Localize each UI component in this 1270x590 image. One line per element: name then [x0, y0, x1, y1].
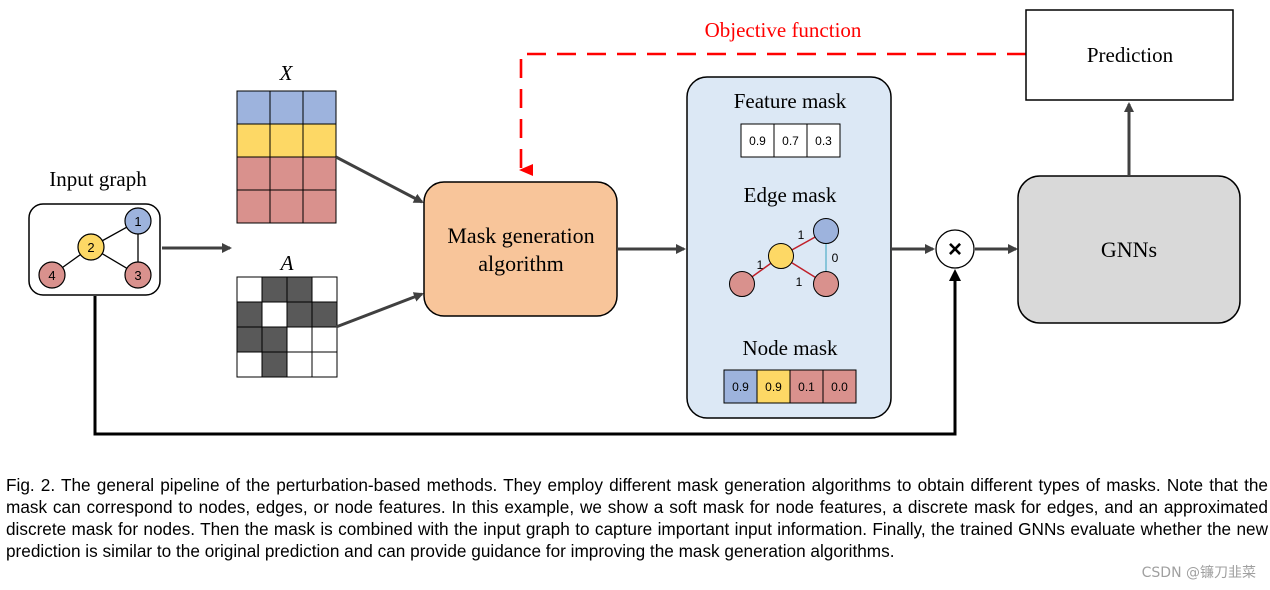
adjacency-matrix-cell: [286, 276, 313, 303]
adjacency-matrix-cell: [261, 326, 288, 353]
adjacency-matrix-cell: [261, 276, 288, 303]
edge-mask-title: Edge mask: [744, 183, 837, 207]
input-graph-label: Input graph: [49, 167, 147, 191]
node-mask-value: 0.1: [798, 380, 815, 394]
feature-matrix-cell: [269, 90, 304, 125]
feature-mask-value: 0.7: [782, 134, 799, 148]
adjacency-matrix-cell: [286, 351, 313, 378]
feature-matrix-cell: [236, 90, 271, 125]
input-graph-node-label-2: 2: [87, 240, 94, 255]
node-mask-value: 0.0: [831, 380, 848, 394]
feature-matrix-cell: [269, 189, 304, 224]
edge-mask-label-2-1: 1: [798, 228, 805, 242]
adjacency-matrix-cell: [311, 326, 338, 353]
multiply-icon: ×: [948, 236, 962, 263]
adjacency-matrix-cell: [286, 326, 313, 353]
feature-matrix-cell: [269, 123, 304, 158]
adjacency-matrix-cell: [236, 351, 263, 378]
feature-matrix-cell: [236, 123, 271, 158]
edge-mask-node-3: [813, 271, 839, 297]
node-mask-value: 0.9: [765, 380, 782, 394]
figure-caption: Fig. 2. The general pipeline of the pert…: [6, 475, 1268, 561]
node-mask-title: Node mask: [742, 336, 838, 360]
input-graph-node-label-4: 4: [48, 268, 55, 283]
pipeline-diagram: Input graph 1 2 3 4 X A Mask generation alg…: [28, 9, 1241, 436]
objective-function-label: Objective function: [705, 18, 862, 42]
adjacency-matrix-cell: [261, 301, 288, 328]
edge-mask-label-2-3: 1: [796, 275, 803, 289]
feature-matrix-label: X: [279, 61, 294, 85]
node-mask: 0.9 0.9 0.1 0.0: [723, 369, 857, 404]
mask-generation-label-line2: algorithm: [478, 251, 564, 276]
adjacency-matrix-label: A: [279, 251, 294, 275]
edge-mask-node-2: [768, 243, 794, 269]
feature-mask: 0.9 0.7 0.3: [740, 123, 841, 158]
mask-generation-algorithm-box: [423, 181, 618, 317]
adjacency-matrix-cell: [236, 301, 263, 328]
prediction-label: Prediction: [1087, 43, 1174, 67]
mask-generation-label-line1: Mask generation: [447, 223, 594, 248]
feature-matrix-cell: [302, 90, 337, 125]
adjacency-matrix-cell: [286, 301, 313, 328]
feature-mask-value: 0.3: [815, 134, 832, 148]
node-mask-value: 0.9: [732, 380, 749, 394]
feature-matrix-cell: [236, 156, 271, 191]
feature-matrix-cell: [269, 156, 304, 191]
feature-matrix-cell: [236, 189, 271, 224]
input-graph-node-label-1: 1: [134, 214, 141, 229]
feature-matrix: [236, 90, 337, 224]
adjacency-matrix-cell: [236, 326, 263, 353]
feature-mask-value: 0.9: [749, 134, 766, 148]
edge-mask-label-2-4: 1: [757, 258, 764, 272]
arrow-a-to-mask-generator: [335, 292, 424, 329]
arrow-x-to-mask-generator: [335, 155, 424, 204]
edge-mask-node-1: [813, 218, 839, 244]
gnns-label: GNNs: [1101, 237, 1157, 262]
edge-mask-label-1-3: 0: [832, 251, 839, 265]
adjacency-matrix-cell: [311, 351, 338, 378]
edge-mask-node-4: [729, 271, 755, 297]
feature-matrix-cell: [302, 156, 337, 191]
adjacency-matrix-cell: [236, 276, 263, 303]
feature-matrix-cell: [302, 189, 337, 224]
adjacency-matrix-cell: [261, 351, 288, 378]
adjacency-matrix-cell: [311, 276, 338, 303]
adjacency-matrix-cell: [311, 301, 338, 328]
feature-mask-title: Feature mask: [734, 89, 847, 113]
watermark: CSDN @镰刀韭菜: [1141, 565, 1256, 581]
input-graph-node-label-3: 3: [134, 268, 141, 283]
feature-matrix-cell: [302, 123, 337, 158]
adjacency-matrix: [236, 276, 338, 378]
